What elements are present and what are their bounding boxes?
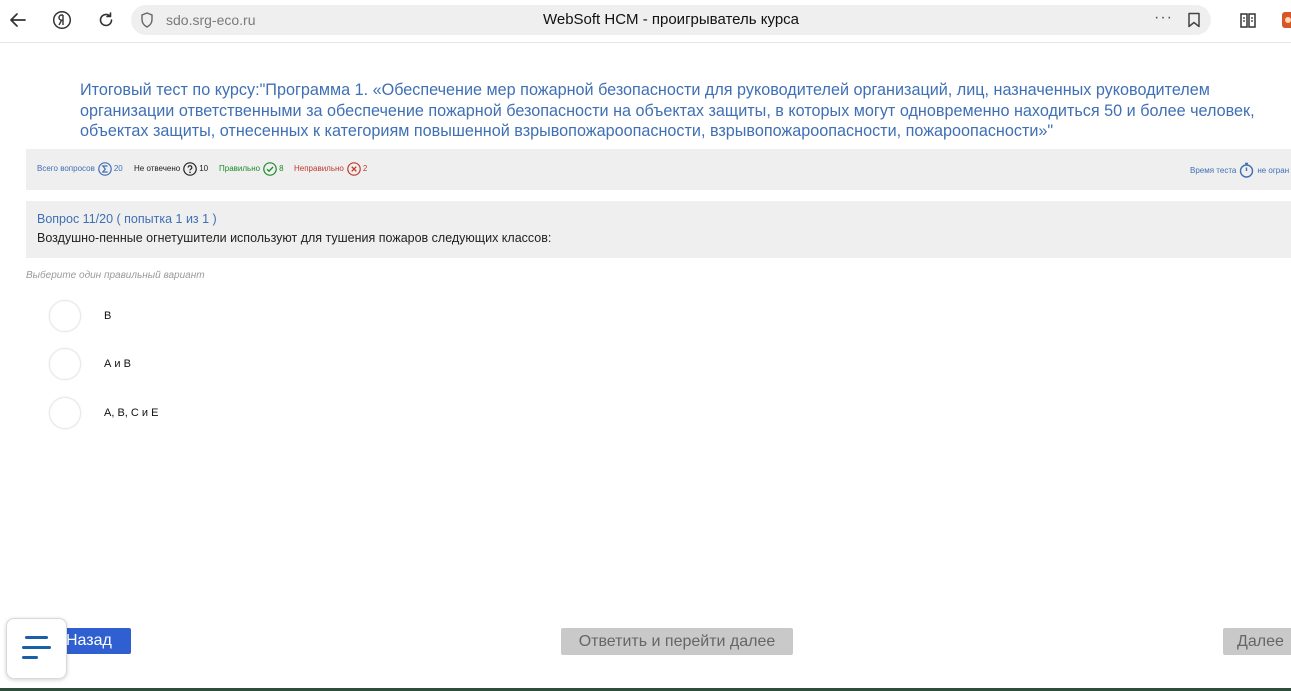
question-text: Воздушно-пенные огнетушители используют … — [37, 231, 552, 245]
answer-radio[interactable] — [49, 347, 81, 380]
menu-button[interactable] — [6, 618, 67, 679]
more-icon[interactable]: ··· — [1154, 9, 1173, 27]
back-button[interactable]: Назад — [62, 628, 131, 654]
stat-wrong-value: 2 — [362, 164, 368, 173]
yandex-icon[interactable] — [49, 7, 75, 33]
question-block: Вопрос 11/20 ( попытка 1 из 1 ) Воздушно… — [26, 201, 1291, 258]
answer-option-label[interactable]: А и В — [104, 358, 131, 370]
stat-total-label: Всего вопросов — [37, 164, 95, 173]
reader-icon[interactable] — [1238, 10, 1258, 35]
answer-option-label[interactable]: В — [104, 310, 111, 322]
course-title: Итоговый тест по курсу:"Программа 1. «Об… — [80, 81, 1255, 140]
stat-time: Время теста не огран — [1190, 162, 1289, 178]
stat-time-label: Время теста — [1190, 165, 1237, 175]
answer-option[interactable]: В — [49, 299, 111, 332]
address-bar[interactable]: sdo.srg-eco.ru WebSoft HCM - проигрывате… — [131, 5, 1211, 35]
stopwatch-icon — [1239, 162, 1254, 178]
stat-correct: Правильно 8 — [219, 162, 284, 176]
extension-icon[interactable] — [1282, 10, 1291, 35]
browser-page-title: WebSoft HCM - проигрыватель курса — [542, 11, 800, 28]
answer-option[interactable]: А, В, С и Е — [49, 396, 158, 429]
stat-wrong-label: Неправильно — [294, 164, 344, 173]
answer-and-next-button[interactable]: Ответить и перейти далее — [561, 628, 793, 655]
sigma-icon — [98, 162, 112, 176]
stat-correct-label: Правильно — [219, 164, 261, 173]
question-number: Вопрос 11/20 ( попытка 1 из 1 ) — [37, 212, 217, 226]
stat-time-value: не огран — [1257, 165, 1290, 175]
stat-correct-value: 8 — [279, 164, 284, 173]
answer-hint: Выберите один правильный вариант — [26, 270, 205, 281]
reload-icon[interactable] — [93, 7, 119, 33]
stats-bar: Всего вопросов 20 Не отвечено 10 Правиль… — [26, 149, 1291, 190]
question-mark-icon — [183, 162, 198, 176]
bookmark-icon[interactable] — [1187, 12, 1201, 33]
stat-wrong: Неправильно 2 — [294, 162, 368, 176]
stat-total-value: 20 — [113, 164, 123, 173]
answer-radio[interactable] — [49, 396, 81, 429]
x-circle-icon — [347, 162, 361, 176]
answer-option[interactable]: А и В — [49, 347, 131, 380]
check-circle-icon — [263, 162, 277, 176]
stat-unanswered: Не отвечено 10 — [134, 162, 209, 176]
stat-total: Всего вопросов 20 — [37, 162, 123, 176]
answer-radio[interactable] — [49, 299, 81, 332]
answer-option-label[interactable]: А, В, С и Е — [104, 407, 158, 419]
next-button[interactable]: Далее — [1223, 628, 1291, 655]
back-arrow-icon[interactable] — [5, 7, 31, 33]
stat-unanswered-value: 10 — [199, 164, 209, 173]
browser-toolbar: sdo.srg-eco.ru WebSoft HCM - проигрывате… — [0, 0, 1291, 43]
stat-unanswered-label: Не отвечено — [134, 164, 181, 173]
